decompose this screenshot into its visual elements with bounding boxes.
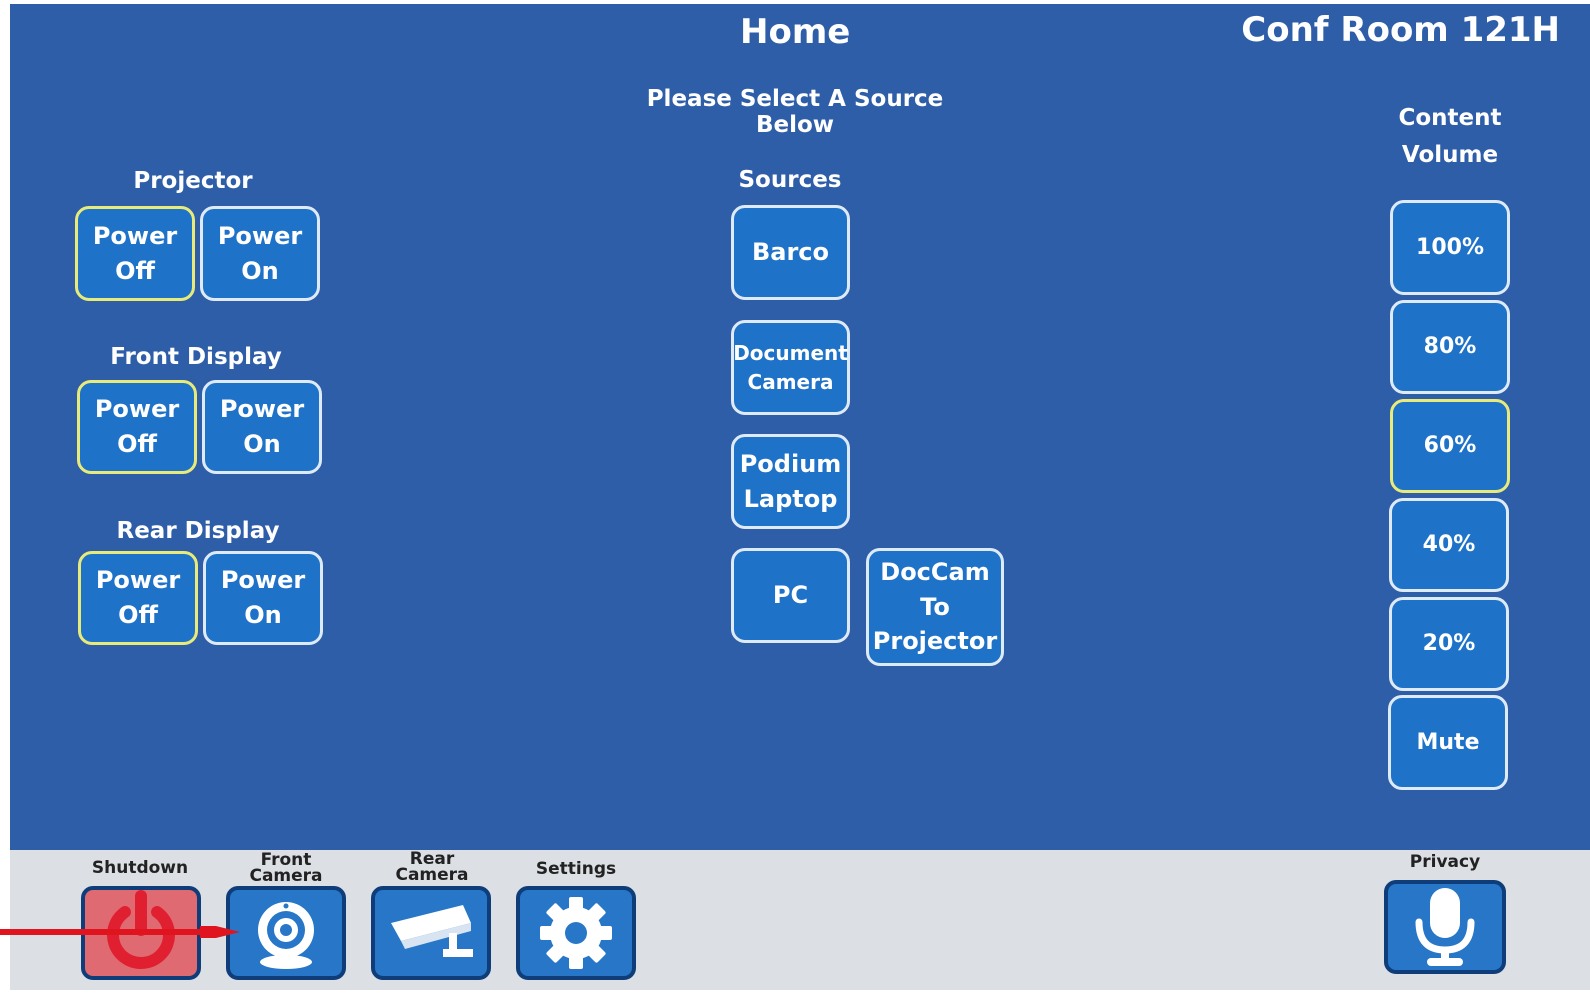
source-podium-laptop-button[interactable]: Podium Laptop [731,434,850,529]
front-camera-label: Front Camera [249,850,323,886]
doccam-to-projector-button[interactable]: DocCam To Projector [866,548,1004,666]
front-camera-button[interactable] [226,886,346,980]
rear-display-power-on-button[interactable]: Power On [203,551,323,645]
shutdown-label: Shutdown [91,858,189,878]
rear-display-power-off-button[interactable]: Power Off [78,551,198,645]
room-name: Conf Room 121H [1241,10,1560,50]
red-arrow-icon [0,926,240,938]
volume-mute-button[interactable]: Mute [1388,695,1508,790]
webcam-icon [258,902,314,969]
front-display-power-on-button[interactable]: Power On [202,380,322,474]
rear-display-label: Rear Display [116,518,280,544]
page-title: Home [740,12,851,52]
front-display-label: Front Display [110,344,282,370]
volume-80-button[interactable]: 80% [1390,300,1510,394]
privacy-label: Privacy [1409,852,1481,872]
sources-label: Sources [738,167,842,193]
volume-20-button[interactable]: 20% [1389,597,1509,691]
privacy-button[interactable] [1384,880,1506,974]
source-barco-button[interactable]: Barco [731,205,850,300]
gear-icon [540,897,612,969]
rear-camera-label: Rear Camera [395,849,469,885]
security-camera-icon [391,905,473,957]
source-pc-button[interactable]: PC [731,548,850,643]
volume-60-button[interactable]: 60% [1390,399,1510,493]
volume-100-button[interactable]: 100% [1390,200,1510,295]
instruction-text: Please Select A Source Below [646,86,944,138]
projector-power-off-button[interactable]: Power Off [75,206,195,301]
settings-button[interactable] [516,886,636,980]
source-document-camera-button[interactable]: Document Camera [731,320,850,415]
projector-power-on-button[interactable]: Power On [200,206,320,301]
microphone-icon [1415,888,1475,966]
settings-label: Settings [535,859,617,879]
projector-label: Projector [133,168,253,194]
volume-40-button[interactable]: 40% [1389,498,1509,592]
front-display-power-off-button[interactable]: Power Off [77,380,197,474]
content-volume-label: Content Volume [1398,105,1502,168]
rear-camera-button[interactable] [371,886,491,980]
